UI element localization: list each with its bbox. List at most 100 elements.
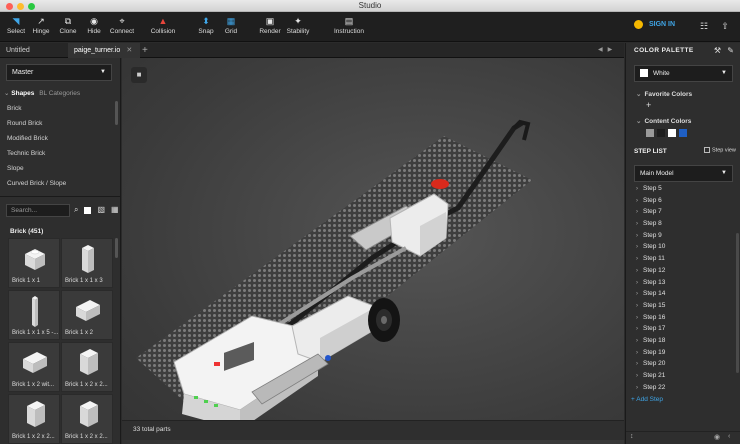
chevron-right-icon[interactable]: › — [636, 291, 638, 297]
color-chip[interactable] — [657, 129, 665, 137]
select-tool-button[interactable]: ◥ Select — [4, 15, 28, 39]
shape-item-round-brick[interactable]: Round Brick — [0, 116, 114, 131]
brick-tile[interactable]: Brick 1 x 2 x 2... — [8, 394, 60, 444]
hide-tool-button[interactable]: ◉ Hide — [84, 15, 104, 39]
connect-tool-button[interactable]: ⌖ Connect — [108, 15, 136, 39]
add-step-button[interactable]: + Add Step — [631, 396, 663, 403]
chevron-right-icon[interactable]: › — [636, 315, 638, 321]
tab-untitled-model[interactable]: Untitled Model✕ — [0, 43, 66, 69]
hinge-tool-button[interactable]: ↗ Hinge — [30, 15, 52, 39]
clone-tool-button[interactable]: ⧉ Clone — [57, 15, 79, 39]
step-item[interactable]: › Step 7 — [626, 206, 738, 218]
add-favorite-color-button[interactable]: + — [646, 100, 651, 110]
chevron-right-icon[interactable]: › — [636, 373, 638, 379]
step-item[interactable]: › Step 14 — [626, 288, 738, 300]
sign-in-button[interactable]: SIGN IN — [634, 20, 675, 29]
upload-icon[interactable]: ⇧ — [717, 18, 733, 34]
cart-icon[interactable]: ☷ — [696, 18, 712, 34]
step-item[interactable]: › Step 18 — [626, 335, 738, 347]
search-icon[interactable]: ⌕ — [74, 205, 78, 215]
model-render — [136, 119, 532, 432]
stability-tool-button[interactable]: ✦ Stability — [285, 15, 311, 39]
step-item[interactable]: › Step 12 — [626, 265, 738, 277]
step-item[interactable]: › Step 15 — [626, 300, 738, 312]
chevron-right-icon[interactable]: › — [636, 221, 638, 227]
shape-item-brick[interactable]: Brick — [0, 101, 114, 116]
color-chip[interactable] — [668, 129, 676, 137]
step-item[interactable]: › Step 8 — [626, 218, 738, 230]
step-item[interactable]: › Step 21 — [626, 370, 738, 382]
shape-item-technic-brick[interactable]: Technic Brick — [0, 146, 114, 161]
step-item[interactable]: › Step 19 — [626, 347, 738, 359]
collision-tool-button[interactable]: ▲ Collision — [148, 15, 178, 39]
brick-view-icon[interactable]: ▧ — [97, 205, 105, 215]
grid-view-icon[interactable]: ▦ — [111, 205, 119, 215]
step-item[interactable]: › Step 10 — [626, 241, 738, 253]
snap-tool-button[interactable]: ⬍ Snap — [196, 15, 216, 39]
shape-list-scrollbar[interactable] — [115, 101, 118, 125]
shape-item-slope[interactable]: Slope — [0, 161, 114, 176]
step-item[interactable]: › Step 5 — [626, 183, 738, 195]
step-view-toggle[interactable]: Step view — [704, 147, 736, 153]
chevron-right-icon[interactable]: › — [636, 209, 638, 215]
shape-item-modified-brick[interactable]: Modified Brick — [0, 131, 114, 146]
model-select[interactable]: Main Model ▼ — [634, 165, 733, 182]
chevron-right-icon[interactable]: › — [636, 338, 638, 344]
brick-tile[interactable]: Brick 1 x 2 x 2... — [61, 394, 113, 444]
brick-grid-scrollbar[interactable] — [115, 238, 118, 258]
color-select[interactable]: White ▼ — [634, 65, 733, 82]
chevron-right-icon[interactable]: › — [636, 268, 638, 274]
collapse-chevron-icon[interactable]: ⌄ — [4, 90, 9, 97]
brick-tile[interactable]: Brick 1 x 2 — [61, 290, 113, 340]
color-chip[interactable] — [646, 129, 654, 137]
step-item[interactable]: › Step 13 — [626, 277, 738, 289]
tab-paige-turner[interactable]: paige_turner.io ✕ — [68, 43, 140, 58]
collapse-icon[interactable]: ‹ — [728, 433, 730, 440]
chevron-right-icon[interactable]: › — [636, 186, 638, 192]
chevron-right-icon[interactable]: › — [636, 326, 638, 332]
step-item[interactable]: › Step 16 — [626, 312, 738, 324]
step-list-scrollbar[interactable] — [736, 233, 739, 373]
chevron-right-icon[interactable]: › — [636, 233, 638, 239]
favorite-colors-header[interactable]: ⌄ Favorite Colors — [636, 90, 692, 98]
add-tab-icon[interactable]: + — [142, 43, 148, 58]
brick-tile[interactable]: Brick 1 x 1 — [8, 238, 60, 288]
chevron-right-icon[interactable]: › — [636, 303, 638, 309]
brick-tile[interactable]: Brick 1 x 2 wit... — [8, 342, 60, 392]
parts-search-input[interactable]: Search... — [6, 204, 70, 217]
visibility-icon[interactable]: ◉ — [714, 433, 720, 441]
chevron-right-icon[interactable]: › — [636, 244, 638, 250]
render-tool-button[interactable]: ▣ Render — [259, 15, 281, 39]
chevron-right-icon[interactable]: › — [636, 256, 638, 262]
step-item[interactable]: › Step 9 — [626, 230, 738, 242]
shape-item-curved-brick[interactable]: Curved Brick / Slope — [0, 176, 114, 191]
color-chip[interactable] — [679, 129, 687, 137]
tab-shapes[interactable]: Shapes — [11, 90, 34, 97]
step-view-checkbox[interactable] — [704, 147, 710, 153]
content-colors-header[interactable]: ⌄ Content Colors — [636, 117, 691, 125]
palette-model-select[interactable]: Master ▼ — [6, 64, 112, 81]
instruction-tool-button[interactable]: ▤ Instruction — [333, 15, 365, 39]
step-item[interactable]: › Step 22 — [626, 382, 738, 394]
chevron-right-icon[interactable]: › — [636, 280, 638, 286]
tab-bl-categories[interactable]: BL Categories — [39, 90, 80, 97]
brick-tile[interactable]: Brick 1 x 1 x 5 -... — [8, 290, 60, 340]
step-item[interactable]: › Step 6 — [626, 195, 738, 207]
chevron-right-icon[interactable]: › — [636, 350, 638, 356]
brick-tile[interactable]: Brick 1 x 2 x 2... — [61, 342, 113, 392]
close-tab-icon[interactable]: ✕ — [126, 47, 132, 54]
color-filter-icon[interactable] — [84, 207, 92, 214]
step-item[interactable]: › Step 20 — [626, 358, 738, 370]
3d-viewport[interactable]: ■ — [122, 58, 624, 444]
expand-icon[interactable]: ↕ — [630, 433, 634, 440]
chevron-right-icon[interactable]: › — [636, 361, 638, 367]
tab-scroll-arrows[interactable]: ◀▶ — [598, 43, 617, 58]
eyedropper-icon[interactable]: ✎ — [727, 46, 734, 55]
step-item[interactable]: › Step 11 — [626, 253, 738, 265]
paint-roller-icon[interactable]: ⚒ — [714, 46, 721, 55]
grid-tool-button[interactable]: ▦ Grid — [222, 15, 240, 39]
chevron-right-icon[interactable]: › — [636, 385, 638, 391]
brick-tile[interactable]: Brick 1 x 1 x 3 — [61, 238, 113, 288]
step-item[interactable]: › Step 17 — [626, 323, 738, 335]
chevron-right-icon[interactable]: › — [636, 198, 638, 204]
